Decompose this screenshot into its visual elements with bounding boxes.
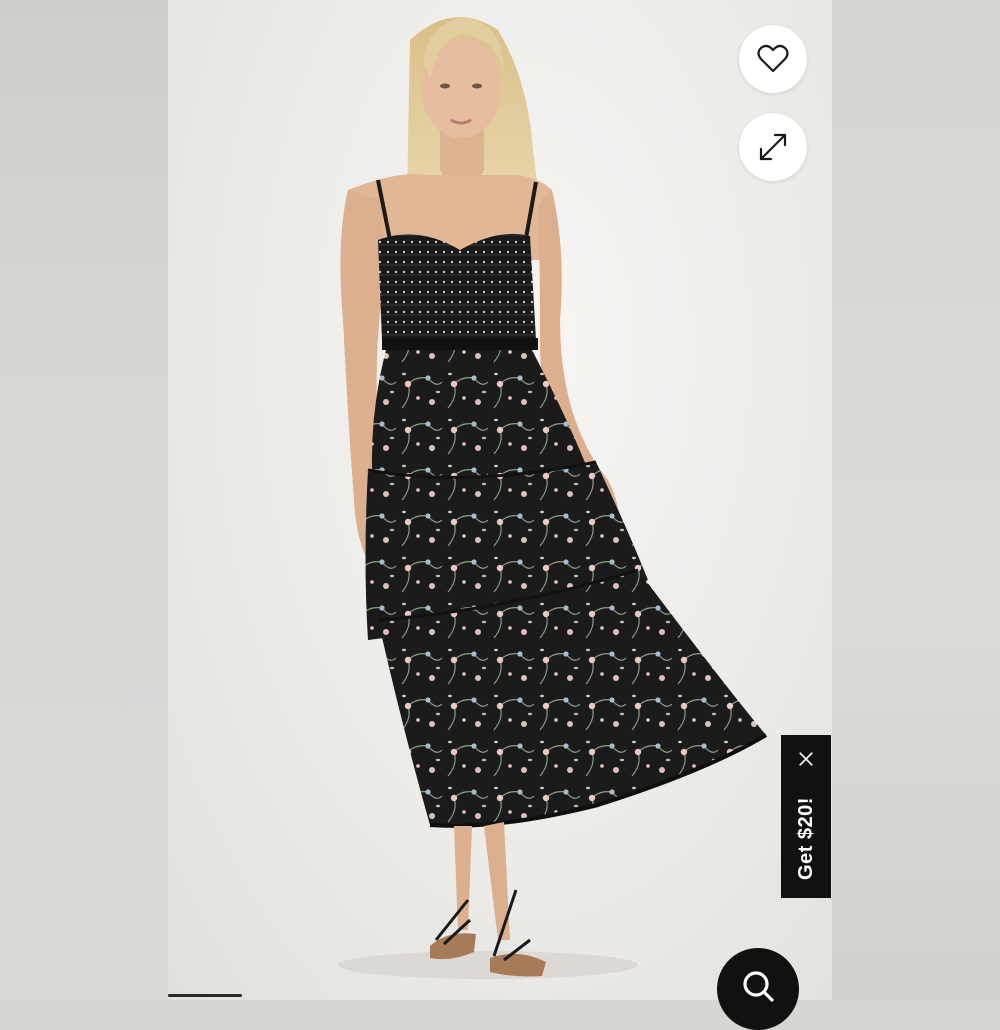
expand-image-button[interactable]	[739, 113, 807, 181]
close-icon	[799, 752, 813, 766]
left-backdrop	[0, 0, 168, 1000]
gallery-scroll-indicator	[168, 994, 242, 997]
promo-tab[interactable]: Get $20!	[781, 735, 831, 898]
promo-label: Get $20!	[794, 796, 817, 880]
model-photo	[338, 17, 768, 979]
search-icon	[743, 971, 774, 1002]
right-backdrop	[832, 0, 1000, 1000]
search-button[interactable]	[717, 948, 799, 1030]
expand-arrows-icon	[759, 133, 787, 161]
product-image[interactable]	[168, 0, 832, 1000]
wishlist-button[interactable]	[739, 25, 807, 93]
promo-label-wrap: Get $20!	[781, 783, 831, 893]
promo-close-button[interactable]	[794, 747, 818, 771]
heart-icon	[757, 44, 789, 73]
